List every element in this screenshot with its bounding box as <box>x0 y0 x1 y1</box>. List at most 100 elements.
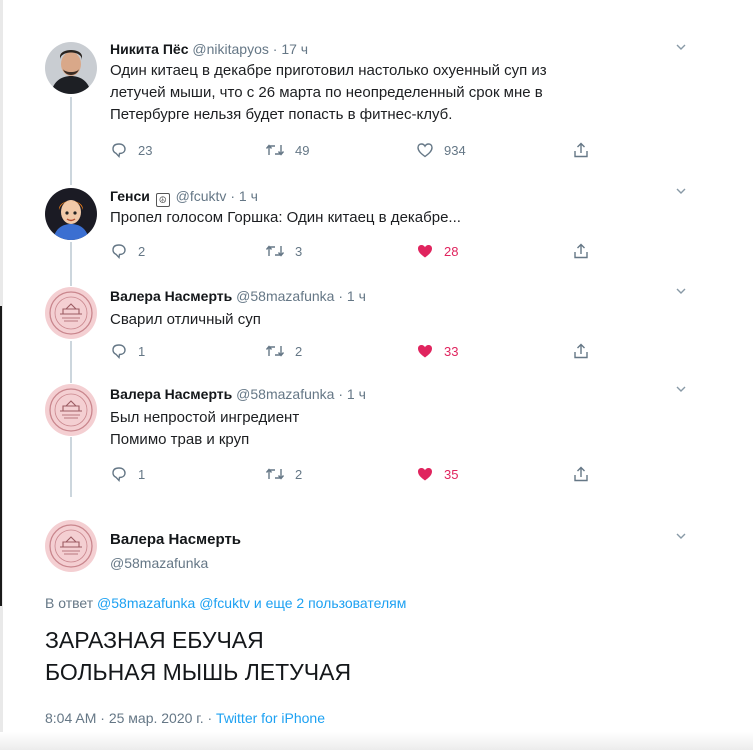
reply-icon <box>112 143 126 159</box>
separator: · <box>207 710 213 726</box>
reply-button[interactable]: 1 <box>110 341 145 361</box>
share-icon <box>574 466 588 482</box>
reply-count: 2 <box>138 243 146 259</box>
share-button[interactable] <box>572 464 600 484</box>
separator: · <box>230 188 235 204</box>
share-icon <box>574 142 588 158</box>
retweet-button[interactable]: 3 <box>265 241 302 261</box>
tweet-text-line: Помимо трав и круп <box>110 431 250 448</box>
tweet-text-line: ЗАРАЗНАЯ ЕБУЧАЯ <box>45 627 264 653</box>
retweet-icon <box>265 345 285 357</box>
reply-icon <box>112 467 126 483</box>
chevron-down-icon[interactable] <box>676 186 686 196</box>
tweet-author-name[interactable]: Валера Насмерть <box>110 288 232 304</box>
share-icon <box>574 343 588 359</box>
screenshot-edge-mark <box>0 306 2 606</box>
like-count: 33 <box>444 343 459 359</box>
share-button[interactable] <box>572 241 600 261</box>
tweet-time[interactable]: 1 ч <box>239 188 258 204</box>
retweet-icon <box>265 144 285 156</box>
tweet-time[interactable]: 1 ч <box>347 288 366 304</box>
reply-mention-link[interactable]: @58mazafunka <box>97 595 195 611</box>
tweet-author-handle[interactable]: @nikitapyos <box>192 41 268 57</box>
separator: · <box>338 288 344 304</box>
retweet-count: 2 <box>295 466 303 482</box>
avatar[interactable] <box>45 287 97 339</box>
chevron-down-icon[interactable] <box>676 531 686 541</box>
separator: · <box>100 710 105 726</box>
retweet-count: 2 <box>295 343 303 359</box>
tweet-actions: 1 2 35 <box>110 464 590 484</box>
heart-icon <box>418 468 432 481</box>
tweet-text: Был непростой ингредиент Помимо трав и к… <box>110 407 299 451</box>
tweet-author-handle[interactable]: @fcuktv <box>176 188 227 204</box>
tweet-time[interactable]: 8:04 AM <box>45 710 96 726</box>
retweet-icon <box>265 245 285 257</box>
thread-line <box>70 437 72 497</box>
tweet-actions: 2 3 28 <box>110 241 590 261</box>
heart-icon <box>417 143 433 158</box>
reply-count: 1 <box>138 466 146 482</box>
tweet-header: Никита Пёс @nikitapyos · 17 ч <box>110 41 308 57</box>
tweet-author-name[interactable]: Никита Пёс <box>110 41 189 57</box>
like-button[interactable]: 934 <box>416 140 466 160</box>
replying-to-label: В ответ <box>45 595 94 611</box>
reply-count: 1 <box>138 343 146 359</box>
heart-icon <box>418 345 432 358</box>
like-button[interactable]: 28 <box>416 241 458 261</box>
avatar[interactable] <box>45 384 97 436</box>
thread-line <box>70 341 72 383</box>
reply-others-link[interactable]: и еще 2 пользователям <box>254 595 407 611</box>
tweet-text: Сварил отличный суп <box>110 309 261 331</box>
avatar[interactable] <box>45 42 97 94</box>
tweet-author-name[interactable]: Валера Насмерть <box>110 386 232 402</box>
tweet-timestamp: 8:04 AM · 25 мар. 2020 г. · Twitter for … <box>45 710 325 726</box>
like-count: 28 <box>444 243 459 259</box>
reply-count: 23 <box>138 142 153 158</box>
tweet-actions: 1 2 33 <box>110 341 590 361</box>
heart-icon <box>418 245 432 258</box>
tweet-author-name[interactable]: Валера Насмерть <box>110 531 241 548</box>
chevron-down-icon[interactable] <box>676 42 686 52</box>
tweet-text-line: Петербурге нельзя будет попасть в фитнес… <box>110 106 453 123</box>
reply-mention-link[interactable]: @fcuktv <box>199 595 250 611</box>
reply-icon <box>112 344 126 360</box>
tweet-author-handle[interactable]: @58mazafunka <box>236 288 334 304</box>
tweet-author-handle[interactable]: @58mazafunka <box>110 555 208 571</box>
share-button[interactable] <box>572 140 600 160</box>
share-icon <box>574 243 588 259</box>
retweet-button[interactable]: 49 <box>265 140 309 160</box>
share-button[interactable] <box>572 341 600 361</box>
like-button[interactable]: 35 <box>416 464 458 484</box>
avatar[interactable] <box>45 520 97 572</box>
replying-to: В ответ @58mazafunka @fcuktv и еще 2 пол… <box>45 595 406 611</box>
reply-button[interactable]: 23 <box>110 140 152 160</box>
tweet-text-line: Пропел голосом Горшка: Один китаец в дек… <box>110 209 461 226</box>
tweet-text: Пропел голосом Горшка: Один китаец в дек… <box>110 207 461 229</box>
bottom-edge <box>0 732 753 750</box>
avatar[interactable] <box>45 188 97 240</box>
tweet-text: Один китаец в декабре приготовил настоль… <box>110 60 547 126</box>
chevron-down-icon[interactable] <box>676 286 686 296</box>
tweet-date[interactable]: 25 мар. 2020 г. <box>109 710 204 726</box>
tweet-header: Валера Насмерть @58mazafunka · 1 ч <box>110 288 366 304</box>
like-button[interactable]: 33 <box>416 341 458 361</box>
retweet-button[interactable]: 2 <box>265 464 302 484</box>
reply-button[interactable]: 2 <box>110 241 145 261</box>
tweet-author-handle[interactable]: @58mazafunka <box>236 386 334 402</box>
chevron-down-icon[interactable] <box>676 384 686 394</box>
tweet-text-line: Был непростой ингредиент <box>110 409 300 426</box>
retweet-icon <box>265 468 285 480</box>
tweet-time[interactable]: 1 ч <box>347 386 366 402</box>
tweet-text-line: Сварил отличный суп <box>110 311 261 328</box>
reply-button[interactable]: 1 <box>110 464 145 484</box>
tweet-header: Генси ☮ @fcuktv · 1 ч <box>110 188 258 207</box>
like-count: 934 <box>444 142 466 158</box>
focused-tweet-text: ЗАРАЗНАЯ ЕБУЧАЯ БОЛЬНАЯ МЫШЬ ЛЕТУЧАЯ <box>45 624 351 688</box>
separator: · <box>272 41 278 57</box>
peace-icon: ☮ <box>155 193 170 207</box>
tweet-source-link[interactable]: Twitter for iPhone <box>216 710 325 726</box>
retweet-button[interactable]: 2 <box>265 341 302 361</box>
tweet-time[interactable]: 17 ч <box>281 41 308 57</box>
tweet-author-name[interactable]: Генси <box>110 188 150 204</box>
